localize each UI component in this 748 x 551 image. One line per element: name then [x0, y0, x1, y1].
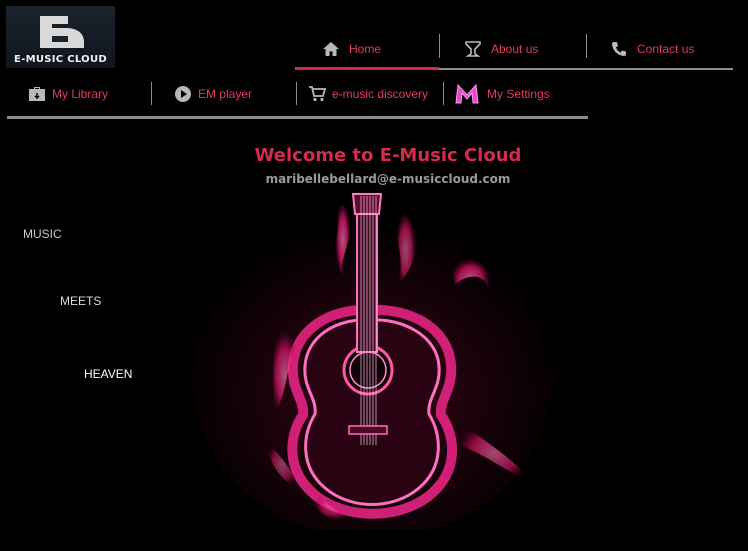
nav-e-music-discovery[interactable]: e-music discovery [307, 79, 428, 109]
nav-divider [586, 34, 587, 58]
nav-divider [296, 82, 297, 105]
nav-my-settings-label: My Settings [487, 87, 550, 101]
tagline-heaven: HEAVEN [84, 367, 133, 381]
nav-divider [443, 82, 444, 105]
nav-about[interactable]: About us [463, 30, 538, 68]
e-cloud-logo-icon [40, 16, 84, 48]
nav-divider [439, 34, 440, 58]
m-logo-icon [453, 82, 481, 106]
nav-contact[interactable]: Contact us [609, 30, 694, 68]
cart-icon [307, 84, 327, 104]
nav-em-player[interactable]: EM player [173, 79, 252, 109]
secondary-nav: My Library EM player e-music discovery M… [7, 79, 588, 119]
site-logo[interactable]: E-MUSIC CLOUD [6, 6, 115, 68]
top-nav: Home About us Contact us [295, 30, 733, 70]
nav-about-label: About us [491, 42, 539, 56]
nav-home-label: Home [349, 42, 382, 56]
logo-text: E-MUSIC CLOUD [14, 54, 107, 65]
nav-contact-label: Contact us [637, 42, 695, 56]
nav-em-player-label: EM player [198, 87, 253, 101]
user-email: maribellebellard@e-musiccloud.com [265, 172, 511, 186]
home-icon [321, 39, 341, 59]
tagline-meets: MEETS [60, 294, 102, 308]
nav-e-music-discovery-label: e-music discovery [332, 87, 429, 101]
welcome-title: Welcome to E-Music Cloud [254, 145, 522, 166]
nav-home[interactable]: Home [295, 30, 439, 70]
phone-icon [609, 39, 629, 59]
nav-my-library-label: My Library [52, 87, 109, 101]
trophy-icon [463, 39, 483, 59]
flaming-guitar-image [185, 190, 560, 540]
library-icon [27, 84, 47, 104]
nav-divider [151, 82, 152, 105]
nav-my-library[interactable]: My Library [27, 79, 108, 109]
nav-my-settings[interactable]: My Settings [453, 79, 550, 109]
play-icon [173, 84, 193, 104]
tagline-music: MUSIC [23, 227, 62, 241]
